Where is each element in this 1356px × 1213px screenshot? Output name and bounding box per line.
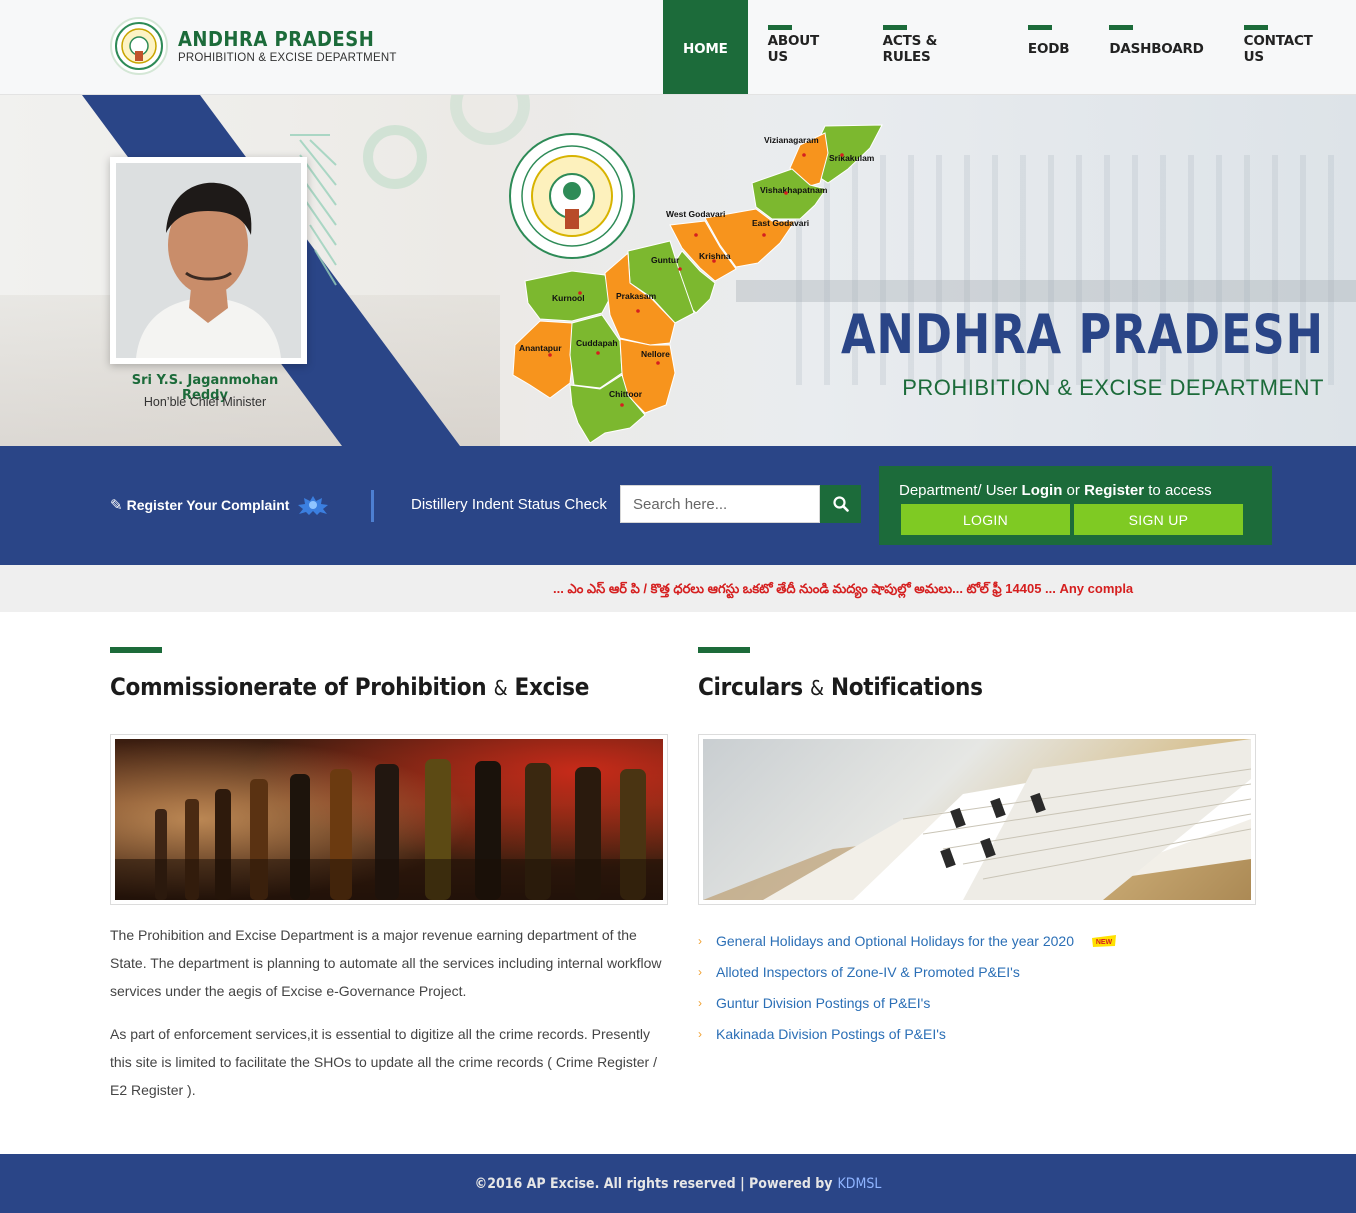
map-label-cuddapah: Cuddapah (576, 338, 618, 348)
nav-eodb-label: EODB (1027, 41, 1070, 57)
nav-contact-us-label: CONTACT US (1243, 33, 1313, 65)
news-ticker-text[interactable]: ... ఎం ఎస్ ఆర్ పి / కొత్త ధరలు ఆగస్టు ఒక… (553, 581, 1256, 600)
nav-home[interactable]: HOME (663, 0, 748, 94)
state-emblem-icon (110, 17, 168, 75)
list-item: › General Holidays and Optional Holidays… (698, 925, 1258, 956)
main-nav: HOME ABOUT US ACTS & RULES EODB DASHBOAR… (663, 0, 1356, 94)
document-stack-image (698, 734, 1256, 905)
decor-ring (363, 125, 427, 189)
map-label-guntur: Guntur (651, 255, 680, 265)
login-prompt-register: Register (1084, 482, 1145, 499)
login-prompt-suffix: to access (1144, 482, 1212, 499)
chevron-right-icon: › (698, 1026, 702, 1041)
distillery-status-label: Distillery Indent Status Check (411, 496, 607, 513)
nav-eodb[interactable]: EODB (1008, 0, 1089, 94)
heading-part: Notifications (823, 673, 983, 701)
nav-dashboard[interactable]: DASHBOARD (1089, 0, 1223, 94)
site-header: ANDHRA PRADESH PROHIBITION & EXCISE DEPA… (0, 0, 1356, 95)
circular-link[interactable]: Alloted Inspectors of Zone-IV & Promoted… (716, 964, 1020, 980)
heading-part: Circulars (698, 673, 811, 701)
nav-home-label: HOME (683, 41, 728, 57)
map-label-vishakhapatnam: Vishakhapatnam (760, 185, 828, 195)
chevron-right-icon: › (698, 995, 702, 1010)
signup-button[interactable]: SIGN UP (1074, 504, 1243, 535)
circulars-heading: Circulars & Notifications (698, 673, 983, 701)
nav-about-us[interactable]: ABOUT US (748, 0, 863, 94)
map-label-anantapur: Anantapur (519, 343, 562, 353)
site-logo[interactable]: ANDHRA PRADESH PROHIBITION & EXCISE DEPA… (110, 17, 397, 75)
login-prompt-or: or (1062, 482, 1085, 499)
register-complaint-label: Register Your Complaint (126, 497, 290, 513)
login-panel: Department/ User Login or Register to ac… (879, 466, 1272, 545)
map-label-vizianagaram: Vizianagaram (764, 135, 819, 145)
commissionerate-heading: Commissionerate of Prohibition & Excise (110, 673, 589, 701)
map-label-srikakulam: Srikakulam (829, 153, 875, 163)
cm-photo-card (110, 157, 307, 364)
heading-part: Commissionerate of Prohibition (110, 673, 494, 701)
circular-link[interactable]: Kakinada Division Postings of P&EI's (716, 1026, 946, 1042)
site-title: ANDHRA PRADESH (178, 27, 375, 51)
intro-paragraph-1: The Prohibition and Excise Department is… (110, 927, 662, 999)
new-badge-icon: NEW (1091, 934, 1116, 947)
hero-banner: Sri Y.S. Jaganmohan Reddy Hon’ble Chief … (0, 95, 1356, 446)
section-accent-bar (110, 647, 162, 653)
list-item: › Alloted Inspectors of Zone-IV & Promot… (698, 956, 1258, 987)
map-label-prakasam: Prakasam (616, 291, 657, 301)
kdmsl-link[interactable]: KDMSL (838, 1176, 882, 1192)
register-complaint-link[interactable]: ✎ Register Your Complaint (110, 495, 329, 515)
copyright-text: ©2016 AP Excise. All rights reserved | P… (474, 1175, 833, 1192)
banner-title: ANDHRA PRADESH (841, 303, 1324, 366)
circulars-list: › General Holidays and Optional Holidays… (698, 925, 1258, 1049)
site-footer: ©2016 AP Excise. All rights reserved | P… (0, 1154, 1356, 1213)
search-icon (832, 496, 849, 512)
list-item: › Guntur Division Postings of P&EI's (698, 987, 1258, 1018)
map-label-chittoor: Chittoor (609, 389, 643, 399)
chevron-right-icon: › (698, 964, 702, 979)
strip-divider (371, 490, 374, 522)
login-prompt-login: Login (1021, 482, 1063, 499)
new-badge-label: NEW (1096, 939, 1113, 946)
heading-part: Excise (507, 673, 590, 701)
login-prompt: Department/ User Login or Register to ac… (899, 482, 1212, 499)
news-ticker: ... ఎం ఎస్ ఆర్ పి / కొత్త ధరలు ఆగస్టు ఒక… (0, 565, 1356, 612)
login-prompt-prefix: Department/ User (899, 482, 1022, 499)
list-item: › Kakinada Division Postings of P&EI's (698, 1018, 1258, 1049)
nav-dashboard-label: DASHBOARD (1109, 41, 1204, 57)
banner-subtitle: PROHIBITION & EXCISE DEPARTMENT (902, 375, 1324, 400)
site-subtitle: PROHIBITION & EXCISE DEPARTMENT (178, 52, 397, 64)
map-label-east-godavari: East Godavari (752, 218, 809, 228)
heading-ampersand: & (810, 676, 824, 700)
heading-ampersand: & (493, 676, 508, 700)
new-starburst-icon (298, 496, 329, 515)
section-accent-bar (698, 647, 750, 653)
action-strip: ✎ Register Your Complaint Distillery Ind… (0, 446, 1356, 565)
liquor-bottles-image (110, 734, 668, 905)
cm-photo (116, 163, 301, 358)
search-button[interactable] (820, 485, 861, 523)
circular-link[interactable]: Guntur Division Postings of P&EI's (716, 995, 930, 1011)
nav-contact-us[interactable]: CONTACT US (1224, 0, 1356, 94)
cm-role: Hon’ble Chief Minister (143, 395, 267, 409)
nav-acts-rules-label: ACTS & RULES (882, 33, 938, 65)
map-label-west-godavari: West Godavari (666, 209, 725, 219)
intro-paragraph-2: As part of enforcement services,it is es… (110, 1026, 657, 1098)
andhra-pradesh-map: Vizianagaram Srikakulam Vishakhapatnam W… (512, 124, 883, 443)
distillery-search-input[interactable] (620, 485, 820, 523)
edit-icon: ✎ (110, 497, 123, 514)
map-label-nellore: Nellore (641, 349, 670, 359)
login-button[interactable]: LOGIN (901, 504, 1070, 535)
chevron-right-icon: › (698, 933, 702, 948)
nav-about-us-label: ABOUT US (767, 33, 820, 65)
circular-link[interactable]: General Holidays and Optional Holidays f… (716, 933, 1074, 949)
nav-acts-rules[interactable]: ACTS & RULES (863, 0, 1008, 94)
